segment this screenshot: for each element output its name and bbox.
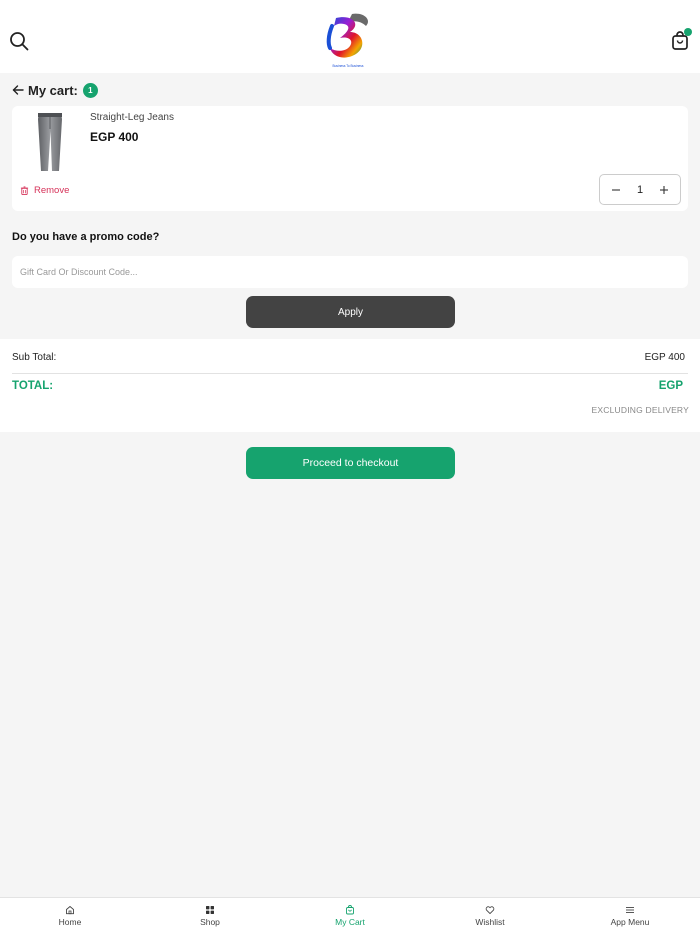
order-totals: Sub Total: EGP 400 TOTAL: EGP EXCLUDING … <box>0 339 700 432</box>
quantity-stepper: 1 <box>599 174 681 205</box>
nav-label-shop: Shop <box>200 917 220 927</box>
home-icon <box>66 906 74 915</box>
product-price: EGP 400 <box>90 130 139 144</box>
nav-item-my-cart[interactable]: My Cart <box>280 898 420 934</box>
subtotal-value: EGP 400 <box>644 352 685 363</box>
grid-icon <box>206 906 214 914</box>
svg-text:Business To Business: Business To Business <box>333 64 364 68</box>
cart-notification-dot <box>684 28 692 36</box>
product-name[interactable]: Straight-Leg Jeans <box>90 112 174 123</box>
heart-icon <box>485 906 495 915</box>
nav-label-home: Home <box>58 917 82 927</box>
nav-item-shop[interactable]: Shop <box>140 898 280 934</box>
trash-icon <box>20 186 29 195</box>
nav-item-home[interactable]: Home <box>0 898 140 934</box>
plus-icon <box>660 185 668 194</box>
cart-title: My cart: <box>28 82 78 98</box>
cart-heading: My cart: 1 <box>12 81 98 99</box>
cart-item-card: Straight-Leg Jeans EGP 400 Remove 1 <box>12 106 688 211</box>
quantity-value: 1 <box>636 183 644 196</box>
total-label: TOTAL: <box>12 380 54 392</box>
cart-count-badge: 1 <box>82 82 98 98</box>
promo-question: Do you have a promo code? <box>12 231 160 243</box>
nav-label-app-menu: App Menu <box>610 917 650 927</box>
nav-item-wishlist[interactable]: Wishlist <box>420 898 560 934</box>
proceed-to-checkout-button[interactable]: Proceed to checkout <box>246 447 455 479</box>
menu-icon <box>626 907 634 913</box>
excluding-delivery-note: EXCLUDING DELIVERY <box>591 405 689 415</box>
totals-divider <box>12 373 688 374</box>
promo-code-input[interactable] <box>12 256 688 288</box>
bottom-navigation: Home Shop My Cart Wishlist App Menu <box>0 897 700 934</box>
back-arrow-icon[interactable] <box>12 84 24 96</box>
apply-promo-button[interactable]: Apply <box>246 296 455 328</box>
remove-label: Remove <box>34 185 70 196</box>
subtotal-label: Sub Total: <box>12 352 57 363</box>
bag-icon <box>346 905 354 915</box>
nav-label-my-cart: My Cart <box>335 917 365 927</box>
search-icon[interactable] <box>9 31 29 51</box>
remove-button[interactable]: Remove <box>20 185 69 196</box>
nav-label-wishlist: Wishlist <box>475 917 505 927</box>
decrease-quantity-button[interactable] <box>610 184 622 196</box>
brand-logo[interactable]: Business To Business <box>322 10 374 70</box>
minus-icon <box>612 188 620 191</box>
nav-item-app-menu[interactable]: App Menu <box>560 898 700 934</box>
increase-quantity-button[interactable] <box>658 184 670 196</box>
total-value: EGP <box>658 380 683 392</box>
product-thumbnail[interactable] <box>27 111 73 173</box>
app-header: Business To Business <box>0 0 700 73</box>
